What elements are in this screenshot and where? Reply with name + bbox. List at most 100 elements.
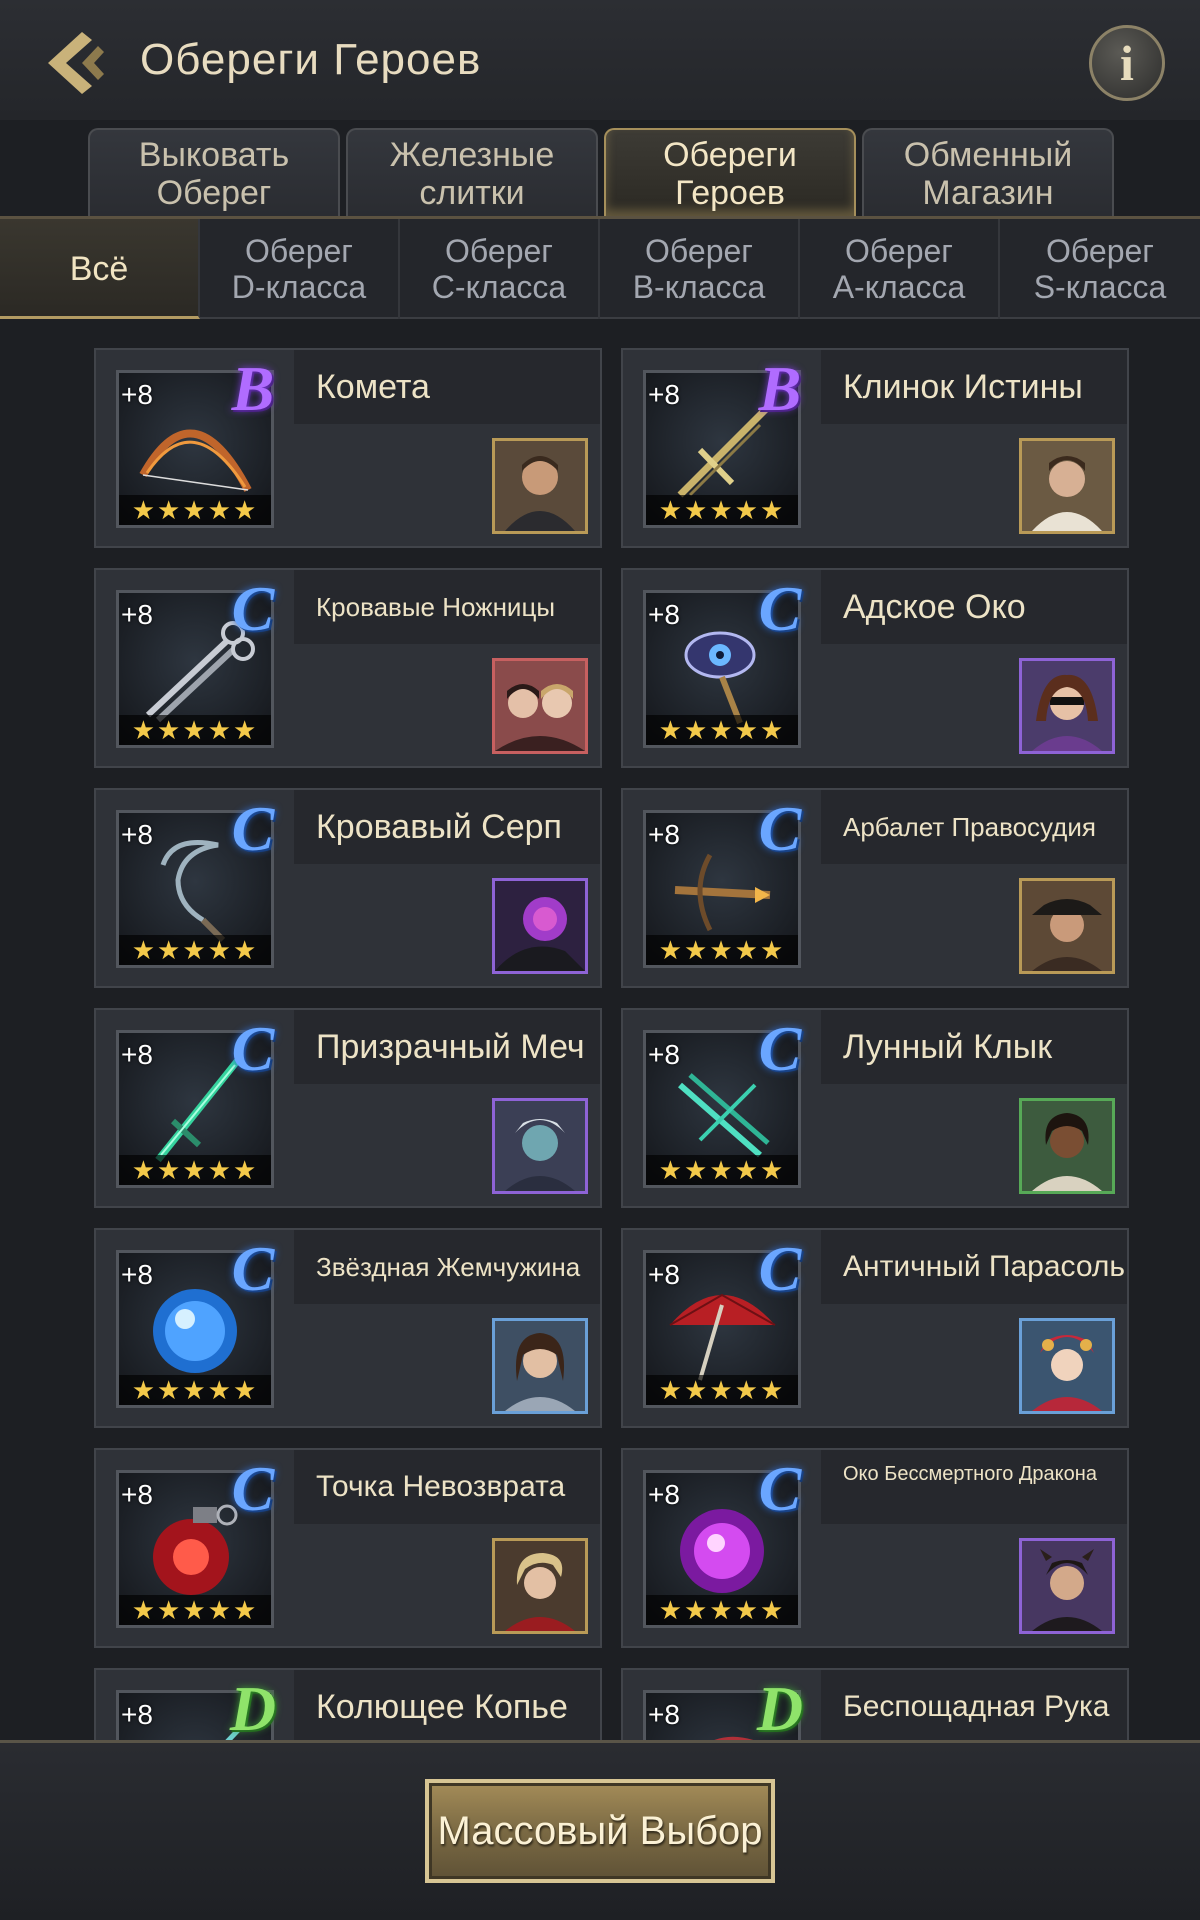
tab-label-line1: Выковать: [138, 136, 290, 174]
filter-grade-c[interactable]: Оберег C-класса: [400, 219, 600, 319]
charm-name: Комета: [316, 368, 430, 406]
star-rating: ★★★★★: [119, 935, 271, 965]
tab-exchange-shop[interactable]: Обменный Магазин: [862, 128, 1114, 216]
name-bar: Звёздная Жемчужина: [294, 1230, 600, 1304]
charm-card[interactable]: +8 C ★★★★★ Око Бессмертного Дракона: [621, 1448, 1129, 1648]
filter-label: Всё: [69, 250, 129, 288]
upgrade-level: +8: [648, 379, 680, 410]
tab-iron-ingots[interactable]: Железные слитки: [346, 128, 598, 216]
page-title: Обереги Героев: [140, 35, 482, 84]
hero-portrait[interactable]: [492, 1318, 588, 1414]
upgrade-level: +8: [648, 1259, 680, 1290]
filter-label-line1: Оберег: [645, 233, 753, 269]
filter-grade-s[interactable]: Оберег S-класса: [1000, 219, 1200, 319]
charm-icon-frame: +8 C ★★★★★: [116, 1237, 274, 1408]
charm-name: Призрачный Меч: [316, 1028, 585, 1066]
name-bar: Адское Око: [821, 570, 1127, 644]
name-bar: Комета: [294, 350, 600, 424]
charm-icon-frame: +8 D ★★★★★: [116, 1677, 276, 1740]
charm-card[interactable]: +8 C ★★★★★ Призрачный Меч: [94, 1008, 602, 1208]
charm-list: +8 B ★★★★★ Комета +8 B ★★★★★ Клинок Исти…: [0, 320, 1200, 1740]
upgrade-level: +8: [121, 599, 153, 630]
name-bar: Арбалет Правосудия: [821, 790, 1127, 864]
hero-portrait[interactable]: [492, 1538, 588, 1634]
mass-select-button[interactable]: Массовый Выбор: [425, 1779, 775, 1883]
hero-portrait[interactable]: [1019, 438, 1115, 534]
star-rating: ★★★★★: [119, 1595, 271, 1625]
charm-name: Беспощадная Рука: [843, 1690, 1110, 1723]
charm-icon-frame: +8 B ★★★★★: [643, 357, 801, 528]
charm-icon-frame: +8 C ★★★★★: [643, 1457, 801, 1628]
grade-badge: C: [758, 1453, 802, 1524]
tab-hero-charms[interactable]: Обереги Героев: [604, 128, 856, 216]
grade-badge: C: [231, 1453, 275, 1524]
star-rating: ★★★★★: [119, 1155, 271, 1185]
grade-badge: D: [756, 1673, 804, 1741]
upgrade-level: +8: [121, 819, 153, 850]
hero-portrait[interactable]: [492, 878, 588, 974]
back-button[interactable]: [40, 28, 110, 98]
charm-card[interactable]: +8 C ★★★★★ Адское Око: [621, 568, 1129, 768]
hero-portrait[interactable]: [492, 438, 588, 534]
name-bar: Клинок Истины: [821, 350, 1127, 424]
name-bar: Колющее Копье: [294, 1670, 600, 1740]
name-bar: Беспощадная Рука: [821, 1670, 1127, 1740]
charm-card[interactable]: +8 C ★★★★★ Кровавые Ножницы: [94, 568, 602, 768]
tab-forge-charm[interactable]: Выковать Оберег: [88, 128, 340, 216]
name-bar: Кровавые Ножницы: [294, 570, 600, 644]
hero-portrait[interactable]: [1019, 1098, 1115, 1194]
hero-portrait[interactable]: [1019, 658, 1115, 754]
hero-portrait[interactable]: [1019, 1538, 1115, 1634]
upgrade-level: +8: [121, 379, 153, 410]
filter-grade-a[interactable]: Оберег A-класса: [800, 219, 1000, 319]
filter-grade-d[interactable]: Оберег D-класса: [200, 219, 400, 319]
charm-card[interactable]: +8 D ★★★★★ Колющее Копье: [94, 1668, 602, 1740]
info-button[interactable]: i: [1089, 25, 1165, 101]
hero-portrait[interactable]: [1019, 1318, 1115, 1414]
charm-card[interactable]: +8 C ★★★★★ Лунный Клык: [621, 1008, 1129, 1208]
tab-label-line2: Оберег: [156, 174, 272, 212]
charm-name: Лунный Клык: [843, 1028, 1053, 1066]
charm-card[interactable]: +8 B ★★★★★ Клинок Истины: [621, 348, 1129, 548]
name-bar: Призрачный Меч: [294, 1010, 600, 1084]
star-rating: ★★★★★: [646, 935, 798, 965]
upgrade-level: +8: [121, 1479, 153, 1510]
grade-badge: D: [229, 1673, 277, 1741]
star-rating: ★★★★★: [646, 495, 798, 525]
charm-icon-frame: +8 C ★★★★★: [643, 1237, 801, 1408]
upgrade-level: +8: [121, 1039, 153, 1070]
back-arrow-icon: [48, 32, 104, 94]
charm-card[interactable]: +8 C ★★★★★ Звёздная Жемчужина: [94, 1228, 602, 1428]
charm-icon-frame: +8 C ★★★★★: [643, 1017, 801, 1188]
charm-card[interactable]: +8 C ★★★★★ Точка Невозврата: [94, 1448, 602, 1648]
grade-filter-bar: Всё Оберег D-класса Оберег C-класса Обер…: [0, 219, 1200, 319]
name-bar: Лунный Клык: [821, 1010, 1127, 1084]
charm-name: Точка Невозврата: [316, 1470, 566, 1503]
charm-icon-frame: +8 C ★★★★★: [643, 577, 801, 748]
charm-card[interactable]: +8 C ★★★★★ Античный Парасоль: [621, 1228, 1129, 1428]
tab-label-line2: слитки: [419, 174, 525, 212]
star-rating: ★★★★★: [646, 1155, 798, 1185]
hero-portrait[interactable]: [492, 658, 588, 754]
charm-card[interactable]: +8 C ★★★★★ Арбалет Правосудия: [621, 788, 1129, 988]
charm-icon-frame: +8 C ★★★★★: [116, 577, 274, 748]
filter-all[interactable]: Всё: [0, 219, 200, 319]
filter-grade-b[interactable]: Оберег B-класса: [600, 219, 800, 319]
header: Обереги Героев i: [0, 0, 1200, 120]
charm-name: Клинок Истины: [843, 368, 1083, 406]
charm-icon-frame: +8 C ★★★★★: [116, 797, 274, 968]
filter-label-line2: A-класса: [832, 269, 966, 305]
charm-card[interactable]: +8 C ★★★★★ Кровавый Серп: [94, 788, 602, 988]
charm-card[interactable]: +8 B ★★★★★ Комета: [94, 348, 602, 548]
hero-portrait[interactable]: [492, 1098, 588, 1194]
tab-label-line2: Магазин: [922, 174, 1054, 212]
upgrade-level: +8: [121, 1699, 153, 1730]
filter-label-line1: Оберег: [845, 233, 953, 269]
hero-portrait[interactable]: [1019, 878, 1115, 974]
upgrade-level: +8: [648, 599, 680, 630]
charm-card[interactable]: +8 D ★★★★★ Беспощадная Рука: [621, 1668, 1129, 1740]
filter-label-line1: Оберег: [445, 233, 553, 269]
charm-icon-frame: +8 C ★★★★★: [643, 797, 801, 968]
filter-label-line1: Оберег: [1046, 233, 1154, 269]
grade-badge: C: [231, 793, 275, 864]
